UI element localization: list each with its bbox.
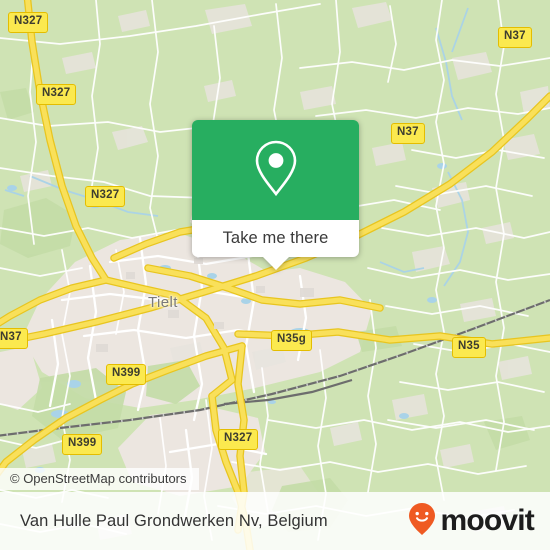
road-shield: N327 [218, 429, 259, 450]
map-screen: N327 N327 N327 N37 N37 N37 N35g N35 N399 N399 N327… [0, 0, 550, 550]
footer-bar: Van Hulle Paul Grondwerken Nv, Belgium m… [0, 492, 550, 550]
take-me-there-label: Take me there [222, 229, 329, 247]
road-shield: N327 [36, 84, 77, 105]
place-label: Tielt [148, 294, 178, 311]
map-attribution[interactable]: © OpenStreetMap contributors [0, 468, 199, 490]
moovit-wordmark: moovit [440, 504, 534, 537]
moovit-brand[interactable]: moovit [407, 502, 535, 541]
road-shield: N37 [0, 328, 28, 349]
road-shield: N35 [452, 337, 486, 358]
road-shield: N35g [271, 330, 312, 351]
road-shield: N399 [106, 364, 147, 385]
callout-pin-area [192, 120, 359, 220]
road-shield: N327 [85, 186, 126, 207]
road-shield: N327 [8, 12, 49, 33]
road-shield: N37 [498, 27, 532, 48]
road-shield: N37 [391, 123, 425, 144]
road-shield: N399 [62, 434, 103, 455]
location-pin-icon [252, 138, 300, 203]
callout-tip [261, 256, 290, 270]
moovit-smiley-pin-icon [407, 502, 437, 541]
destination-callout[interactable]: Take me there [192, 120, 359, 270]
take-me-there-button[interactable]: Take me there [192, 220, 359, 270]
place-title: Van Hulle Paul Grondwerken Nv, Belgium [20, 511, 328, 530]
